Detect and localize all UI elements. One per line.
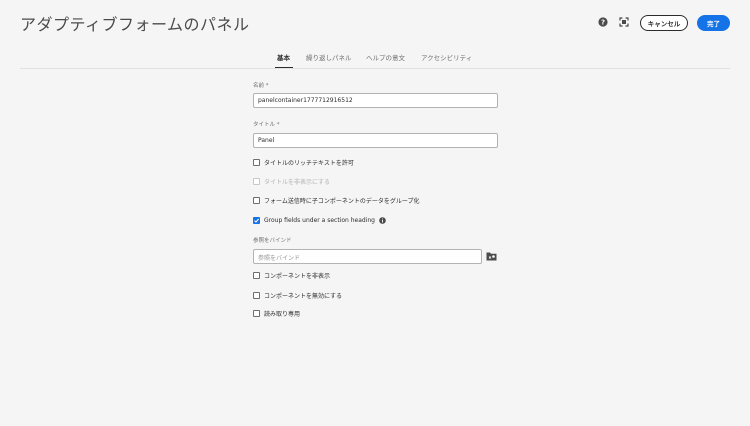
dialog-header: アダプティブフォームのパネル ? キャンセル 完了 <box>0 0 750 44</box>
header-divider <box>20 68 730 69</box>
checkbox-label: フォーム送信時に子コンポーネントのデータをグループ化 <box>264 198 420 205</box>
title-label: タイトル * <box>253 122 280 128</box>
tab-basic[interactable]: 基本 <box>277 52 290 62</box>
tab-help-content[interactable]: ヘルプの意文 <box>366 52 405 62</box>
checkbox-label: タイトルを非表示にする <box>264 179 331 186</box>
name-field[interactable]: panelcontainer1777712916512 <box>253 93 498 108</box>
page-title: アダプティブフォームのパネル <box>20 15 250 34</box>
checkbox-disable-component[interactable]: コンポーネントを無効にする <box>253 291 342 300</box>
checkbox-group-child-data[interactable]: フォーム送信時に子コンポーネントのデータをグループ化 <box>253 196 419 205</box>
checkbox-hide-component[interactable]: コンポーネントを非表示 <box>253 271 330 280</box>
checkbox-hide-title: タイトルを非表示にする <box>253 177 330 186</box>
browse-folder-icon[interactable] <box>486 251 497 261</box>
checkbox-box[interactable] <box>253 272 260 279</box>
bind-ref-label: 参照をバインド <box>253 238 292 244</box>
cancel-button[interactable]: キャンセル <box>640 15 688 31</box>
checkbox-label: Group fields under a section heading <box>264 217 375 224</box>
checkbox-label: タイトルのリッチテキストを許可 <box>264 160 354 167</box>
checkbox-label: 読み取り専用 <box>264 311 301 318</box>
checkbox-read-only[interactable]: 読み取り専用 <box>253 309 300 318</box>
checkbox-label: コンポーネントを無効にする <box>264 293 343 300</box>
done-button[interactable]: 完了 <box>697 15 730 31</box>
checkbox-group-fields-heading[interactable]: Group fields under a section heading <box>253 216 386 225</box>
tab-repeat-panel[interactable]: 繰り返しパネル <box>306 52 352 62</box>
checkmark-icon <box>254 218 260 223</box>
checkbox-label: コンポーネントを非表示 <box>264 273 331 280</box>
svg-text:?: ? <box>601 19 605 27</box>
checkbox-box[interactable] <box>253 310 260 317</box>
checkbox-box[interactable] <box>253 197 260 204</box>
checkbox-box <box>253 178 260 185</box>
checkbox-box[interactable] <box>253 292 260 299</box>
fullscreen-icon[interactable] <box>619 17 629 27</box>
name-label: 名前 * <box>253 83 269 89</box>
checkbox-box[interactable] <box>253 217 260 224</box>
info-icon[interactable] <box>379 217 386 224</box>
title-field[interactable]: Panel <box>253 133 498 148</box>
checkbox-rich-text-title[interactable]: タイトルのリッチテキストを許可 <box>253 158 354 167</box>
tab-list: 基本 繰り返しパネル ヘルプの意文 アクセシビリティ <box>0 48 750 69</box>
checkbox-box[interactable] <box>253 159 260 166</box>
bind-ref-field[interactable]: 参照をバインド <box>253 249 482 264</box>
tab-accessibility[interactable]: アクセシビリティ <box>421 52 472 62</box>
help-icon[interactable]: ? <box>598 17 608 27</box>
